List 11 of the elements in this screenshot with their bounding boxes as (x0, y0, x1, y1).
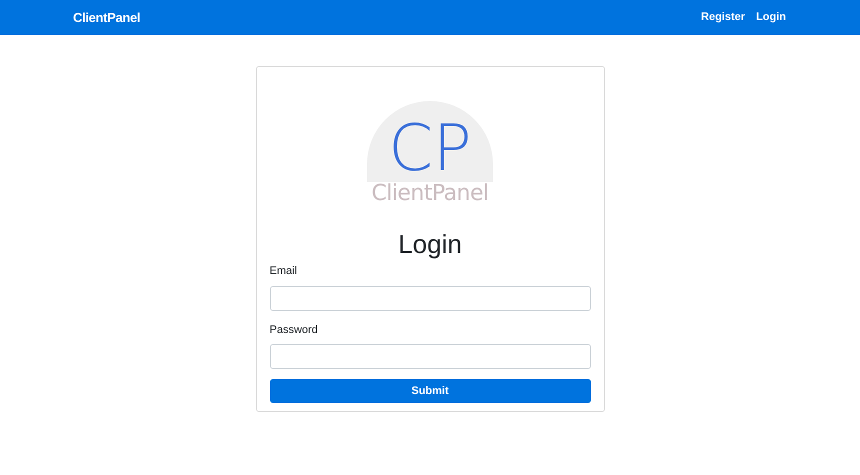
form-title: Login (397, 229, 463, 259)
submit-button[interactable]: Submit (270, 379, 590, 403)
input-field[interactable] (270, 286, 590, 310)
field-label: Email (270, 264, 298, 279)
logo-initials: CP (388, 117, 472, 181)
logo-name: ClientPanel (372, 182, 488, 206)
brand-link[interactable]: ClientPanel (73, 8, 140, 28)
nav-link[interactable]: Login (756, 9, 786, 26)
input-field[interactable] (270, 344, 590, 369)
nav-link[interactable]: Register (701, 9, 746, 26)
field-label: Password (270, 322, 319, 338)
